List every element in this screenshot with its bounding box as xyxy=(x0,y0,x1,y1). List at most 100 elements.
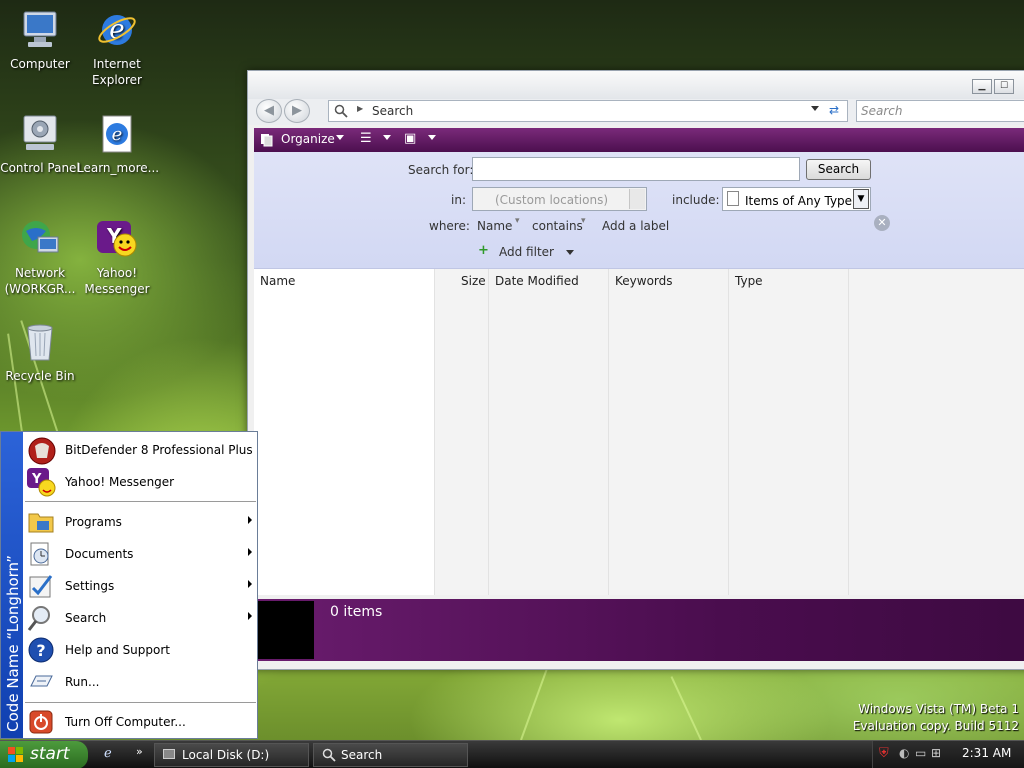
organize-button[interactable]: Organize xyxy=(281,132,335,146)
start-item-yahoo-messenger[interactable]: Y Yahoo! Messenger xyxy=(23,466,258,498)
bitdefender-tray-icon[interactable]: ⛨ xyxy=(879,746,889,761)
menu-separator xyxy=(25,501,256,502)
start-button[interactable]: start xyxy=(0,741,88,768)
computer-icon xyxy=(18,8,62,52)
start-menu-banner: Code Name “Longhorn” xyxy=(4,555,22,732)
search-icon xyxy=(334,104,348,118)
where-field-dropdown-icon[interactable]: ▾ xyxy=(515,216,520,226)
start-item-turn-off[interactable]: Turn Off Computer... xyxy=(23,706,258,738)
add-filter-dropdown-icon[interactable] xyxy=(566,250,574,255)
desktop-icon-learn-more[interactable]: e Learn_more... xyxy=(77,112,159,176)
minimize-button[interactable]: ▁ xyxy=(972,79,992,94)
tray-app-icon[interactable]: ◐ xyxy=(899,746,909,760)
network-icon xyxy=(18,217,62,261)
address-dropdown-icon[interactable] xyxy=(811,106,819,111)
desktop-icon-label: Computer xyxy=(10,57,70,71)
explorer-window: ▁ ☐ ◀ ▶ ▶ Search ⇄ Search Organize ☰ ▣ S… xyxy=(247,70,1024,670)
desktop-icon-yahoo-messenger[interactable]: Y Yahoo! Messenger xyxy=(77,217,157,297)
close-filter-icon[interactable]: ✕ xyxy=(874,215,890,231)
desktop-icon-internet-explorer[interactable]: e Internet Explorer xyxy=(77,8,157,88)
address-bar[interactable]: ▶ Search ⇄ xyxy=(328,100,848,122)
where-label: where: xyxy=(429,219,470,233)
desktop-icon-recycle-bin[interactable]: Recycle Bin xyxy=(0,320,80,384)
grass-blade xyxy=(520,664,550,741)
column-header-size[interactable]: Size xyxy=(435,269,489,595)
desktop-icon-computer[interactable]: Computer xyxy=(0,8,80,72)
address-row: ◀ ▶ ▶ Search ⇄ Search xyxy=(248,99,1024,125)
svg-text:e: e xyxy=(112,124,123,145)
start-menu-sidebar: Code Name “Longhorn” xyxy=(1,432,23,738)
desktop-icon-network[interactable]: Network (WORKGR... xyxy=(0,217,80,297)
programs-icon xyxy=(27,508,55,536)
organize-dropdown-icon[interactable] xyxy=(336,135,344,140)
quick-launch-ie-icon[interactable]: ℯ xyxy=(104,746,112,761)
column-header-name[interactable]: Name xyxy=(254,269,435,595)
power-icon xyxy=(27,708,55,736)
start-item-bitdefender[interactable]: BitDefender 8 Professional Plus xyxy=(23,434,258,466)
add-filter-button[interactable]: Add filter xyxy=(499,245,554,259)
search-for-label: Search for: xyxy=(408,163,474,177)
refresh-icon[interactable]: ⇄ xyxy=(829,103,839,117)
recycle-bin-icon xyxy=(18,320,62,364)
submenu-arrow-icon xyxy=(248,548,252,556)
desktop-icon-label: Internet Explorer xyxy=(92,57,142,87)
window-titlebar[interactable]: ▁ ☐ xyxy=(248,71,1024,99)
start-item-settings[interactable]: Settings xyxy=(23,570,258,602)
file-list[interactable]: Name Size Date Modified Keywords Type xyxy=(254,269,1024,595)
svg-text:?: ? xyxy=(36,641,45,660)
views-dropdown-icon[interactable] xyxy=(383,135,391,140)
in-select-value: (Custom locations) xyxy=(495,193,609,207)
in-select[interactable]: (Custom locations) xyxy=(472,187,647,211)
taskbar: start ℯ » Local Disk (D:) Search ⛨ ◐ ▭ ⊞… xyxy=(0,740,1024,768)
maximize-button[interactable]: ☐ xyxy=(994,79,1014,94)
where-field-select[interactable]: Name xyxy=(477,219,512,233)
clock[interactable]: 2:31 AM xyxy=(962,746,1011,760)
task-local-disk[interactable]: Local Disk (D:) xyxy=(154,743,309,767)
add-label-link[interactable]: Add a label xyxy=(602,219,669,233)
in-dropdown-icon[interactable] xyxy=(629,189,645,209)
tray-display-icon[interactable]: ▭ xyxy=(915,746,926,760)
run-icon xyxy=(27,668,55,696)
search-button[interactable]: Search xyxy=(806,159,871,180)
task-search[interactable]: Search xyxy=(313,743,468,767)
add-icon: + xyxy=(478,243,489,258)
start-item-search[interactable]: Search xyxy=(23,602,258,634)
submenu-arrow-icon xyxy=(248,580,252,588)
views-icon[interactable]: ☰ xyxy=(360,131,372,146)
layout-dropdown-icon[interactable] xyxy=(428,135,436,140)
back-button[interactable]: ◀ xyxy=(256,99,282,123)
menu-separator xyxy=(25,702,256,703)
watermark-line-1: Windows Vista (TM) Beta 1 xyxy=(858,702,1019,716)
desktop-icon-control-panel[interactable]: Control Panel xyxy=(0,112,80,176)
start-item-documents[interactable]: Documents xyxy=(23,538,258,570)
include-label: include: xyxy=(672,193,720,207)
windows-logo-icon xyxy=(8,747,23,762)
yahoo-messenger-icon: Y xyxy=(27,468,56,497)
quick-launch-overflow-icon[interactable]: » xyxy=(136,745,143,758)
search-input[interactable]: Search xyxy=(856,100,1024,122)
desktop-icon-label: Yahoo! Messenger xyxy=(84,266,150,296)
forward-button[interactable]: ▶ xyxy=(284,99,310,123)
address-text: Search xyxy=(372,104,414,118)
network-tray-icon[interactable]: ⊞ xyxy=(931,746,941,760)
include-select[interactable]: Items of Any Type ▼ xyxy=(722,187,871,211)
control-panel-icon xyxy=(18,112,62,156)
include-dropdown-icon[interactable]: ▼ xyxy=(853,189,869,209)
settings-icon xyxy=(27,572,55,600)
column-header-date-modified[interactable]: Date Modified xyxy=(489,269,609,595)
internet-explorer-icon: e xyxy=(95,8,139,52)
start-label: start xyxy=(30,744,70,764)
start-item-programs[interactable]: Programs xyxy=(23,506,258,538)
where-operator-dropdown-icon[interactable]: ▾ xyxy=(581,216,586,226)
start-item-help-and-support[interactable]: ? Help and Support xyxy=(23,634,258,666)
start-item-run[interactable]: Run... xyxy=(23,666,258,698)
desktop-icon-label: Control Panel xyxy=(0,161,80,175)
submenu-arrow-icon xyxy=(248,516,252,524)
column-header-keywords[interactable]: Keywords xyxy=(609,269,729,595)
search-pane: Search for: Search in: (Custom locations… xyxy=(254,152,1024,269)
column-header-type[interactable]: Type xyxy=(729,269,849,595)
search-for-input[interactable] xyxy=(472,157,800,181)
preview-pane-icon[interactable]: ▣ xyxy=(404,131,416,146)
details-thumbnail xyxy=(254,601,314,659)
where-operator-select[interactable]: contains xyxy=(532,219,583,233)
